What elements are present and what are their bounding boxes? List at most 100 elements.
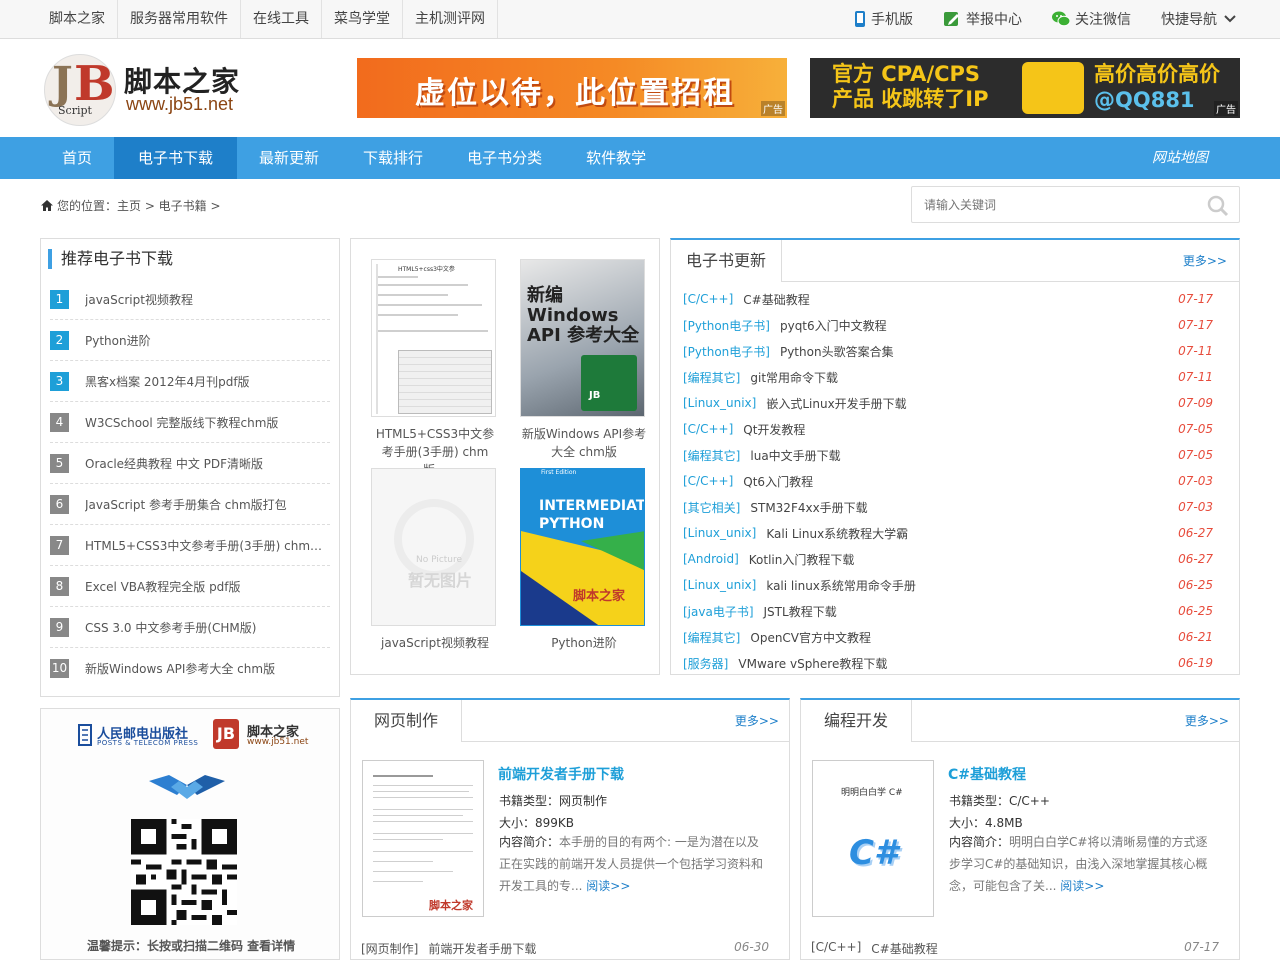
list-item[interactable]: [编程其它] lua中文手册下载 07-05 (683, 442, 1223, 468)
recommend-item-title[interactable]: Oracle经典教程 中文 PDF清晰版 (85, 455, 330, 472)
list-item[interactable]: [Linux_unix] Kali Linux系统教程大学霸 06-27 (683, 520, 1223, 546)
recommend-item-title[interactable]: HTML5+CSS3中文参考手册(3手册) chm版打包 (85, 537, 330, 554)
read-more-link[interactable]: 阅读>> (1060, 879, 1104, 893)
report-center-link[interactable]: 举报中心 (943, 9, 1022, 29)
web-design-tab[interactable]: 网页制作 (351, 700, 463, 742)
list-item[interactable]: 9 CSS 3.0 中文参考手册(CHM版) (50, 607, 330, 648)
update-title[interactable]: Kali Linux系统教程大学霸 (766, 525, 1173, 542)
update-title[interactable]: C#基础教程 (743, 291, 1173, 308)
update-title[interactable]: kali linux系统常用命令手册 (766, 577, 1173, 594)
list-item[interactable]: 10 新版Windows API参考大全 chm版 (50, 648, 330, 689)
update-category[interactable]: [C/C++] (683, 422, 733, 436)
update-category[interactable]: [编程其它] (683, 447, 740, 464)
list-item[interactable]: [Python电子书] pyqt6入门中文教程 07-17 (683, 312, 1223, 338)
more-link[interactable]: 更多>> (1183, 240, 1227, 282)
list-item[interactable]: [C/C++] Qt6入门教程 07-03 (683, 468, 1223, 494)
update-category[interactable]: [编程其它] (683, 629, 740, 646)
top-link-server-software[interactable]: 服务器常用软件 (118, 0, 241, 38)
list-item[interactable]: 1 javaScript视频教程 (50, 279, 330, 320)
nav-item-home[interactable]: 首页 (40, 137, 114, 179)
search-icon[interactable] (1207, 195, 1229, 217)
recommend-item-title[interactable]: 新版Windows API参考大全 chm版 (85, 660, 330, 677)
update-category[interactable]: [其它相关] (683, 499, 740, 516)
featured-ebook-card[interactable]: 新编 Windows API 参考大全 JB 新版Windows API参考大全… (520, 259, 648, 461)
list-item[interactable]: 3 黑客x档案 2012年4月刊pdf版 (50, 361, 330, 402)
update-category[interactable]: [编程其它] (683, 369, 740, 386)
recommend-item-title[interactable]: JavaScript 参考手册集合 chm版打包 (85, 496, 330, 513)
top-link-runoob[interactable]: 菜鸟学堂 (322, 0, 403, 38)
update-category[interactable]: [Linux_unix] (683, 396, 756, 410)
update-title[interactable]: Kotlin入门教程下载 (749, 551, 1173, 568)
updates-tab[interactable]: 电子书更新 (671, 240, 783, 282)
list-item[interactable]: [C/C++] C#基础教程 07-17 (683, 286, 1223, 312)
list-item[interactable]: [Android] Kotlin入门教程下载 06-27 (683, 546, 1223, 572)
site-logo[interactable]: J B Script 脚本之家 www.jb51.net (44, 54, 254, 126)
foot-title[interactable]: 前端开发者手册下载 (428, 940, 734, 957)
list-item[interactable]: 8 Excel VBA教程完全版 pdf版 (50, 566, 330, 607)
list-item[interactable]: [Python电子书] Python头歌答案合集 07-11 (683, 338, 1223, 364)
wechat-follow-link[interactable]: 关注微信 (1052, 9, 1131, 29)
list-item[interactable]: [网页制作] 前端开发者手册下载 06-30 (361, 940, 769, 957)
update-category[interactable]: [Linux_unix] (683, 526, 756, 540)
ad-banner-vacancy[interactable]: 虚位以待，此位置招租 广告 (357, 58, 787, 118)
update-title[interactable]: lua中文手册下载 (750, 447, 1173, 464)
list-item[interactable]: [C/C++] Qt开发教程 07-05 (683, 416, 1223, 442)
nav-item-ranking[interactable]: 下载排行 (341, 137, 445, 179)
foot-title[interactable]: C#基础教程 (871, 940, 1184, 957)
nav-item-categories[interactable]: 电子书分类 (445, 137, 564, 179)
nav-item-latest[interactable]: 最新更新 (237, 137, 341, 179)
list-item[interactable]: 6 JavaScript 参考手册集合 chm版打包 (50, 484, 330, 525)
read-more-link[interactable]: 阅读>> (586, 879, 630, 893)
ebook-caption[interactable]: 新版Windows API参考大全 chm版 (520, 425, 648, 461)
list-item[interactable]: 5 Oracle经典教程 中文 PDF清晰版 (50, 443, 330, 484)
book-title-link[interactable]: 前端开发者手册下载 (498, 764, 624, 784)
ebook-caption[interactable]: javaScript视频教程 (371, 634, 499, 652)
book-cover-image[interactable]: 明明白白学 C# C# (812, 760, 934, 917)
book-title-link[interactable]: C#基础教程 (948, 764, 1026, 784)
recommend-item-title[interactable]: javaScript视频教程 (85, 291, 330, 308)
quick-nav-dropdown[interactable]: 快捷导航 (1161, 9, 1242, 29)
recommend-item-title[interactable]: W3CSchool 完整版线下教程chm版 (85, 414, 330, 431)
list-item[interactable]: [其它相关] STM32F4xx手册下载 07-03 (683, 494, 1223, 520)
more-link[interactable]: 更多>> (1185, 700, 1229, 742)
publisher-promo[interactable]: 人民邮电出版社 POSTS & TELECOM PRESS JB 脚本之家 ww… (40, 708, 340, 960)
update-category[interactable]: [服务器] (683, 655, 728, 672)
update-category[interactable]: [Python电子书] (683, 343, 770, 360)
update-title[interactable]: 嵌入式Linux开发手册下载 (766, 395, 1173, 412)
sitemap-link[interactable]: 网站地图 (1152, 137, 1208, 179)
nav-item-software-tutorials[interactable]: 软件教学 (564, 137, 668, 179)
programming-tab[interactable]: 编程开发 (801, 700, 913, 742)
update-category[interactable]: [C/C++] (683, 292, 733, 306)
featured-ebook-card[interactable]: First Edition INTERMEDIATE PYTHON 脚本之家 P… (520, 468, 648, 652)
update-title[interactable]: Python头歌答案合集 (780, 343, 1173, 360)
book-cover-image[interactable]: 脚本之家 (362, 760, 484, 917)
update-title[interactable]: Qt开发教程 (743, 421, 1173, 438)
update-title[interactable]: pyqt6入门中文教程 (780, 317, 1173, 334)
ebook-cover-image[interactable]: 新编 Windows API 参考大全 JB (520, 259, 645, 417)
recommend-item-title[interactable]: Python进阶 (85, 332, 330, 349)
list-item[interactable]: 7 HTML5+CSS3中文参考手册(3手册) chm版打包 (50, 525, 330, 566)
ebook-cover-image[interactable]: HTML5+css3中文参 (371, 259, 496, 417)
list-item[interactable]: [Linux_unix] kali linux系统常用命令手册 06-25 (683, 572, 1223, 598)
ebook-caption[interactable]: Python进阶 (520, 634, 648, 652)
top-link-host-review[interactable]: 主机测评网 (403, 0, 498, 38)
list-item[interactable]: 2 Python进阶 (50, 320, 330, 361)
update-category[interactable]: [Linux_unix] (683, 578, 756, 592)
recommend-item-title[interactable]: CSS 3.0 中文参考手册(CHM版) (85, 619, 330, 636)
list-item[interactable]: [编程其它] OpenCV官方中文教程 06-21 (683, 624, 1223, 650)
more-link[interactable]: 更多>> (735, 700, 779, 742)
list-item[interactable]: [C/C++] C#基础教程 07-17 (811, 940, 1219, 957)
breadcrumb-text[interactable]: 您的位置：主页 > 电子书籍 > (57, 197, 221, 214)
top-link-online-tools[interactable]: 在线工具 (241, 0, 322, 38)
list-item[interactable]: [编程其它] git常用命令下载 07-11 (683, 364, 1223, 390)
foot-category[interactable]: [C/C++] (811, 940, 861, 957)
recommend-item-title[interactable]: 黑客x档案 2012年4月刊pdf版 (85, 373, 330, 390)
update-title[interactable]: git常用命令下载 (750, 369, 1173, 386)
update-title[interactable]: OpenCV官方中文教程 (750, 629, 1173, 646)
update-title[interactable]: STM32F4xx手册下载 (750, 499, 1173, 516)
recommend-item-title[interactable]: Excel VBA教程完全版 pdf版 (85, 578, 330, 595)
list-item[interactable]: 4 W3CSchool 完整版线下教程chm版 (50, 402, 330, 443)
update-title[interactable]: JSTL教程下载 (764, 603, 1173, 620)
list-item[interactable]: [Linux_unix] 嵌入式Linux开发手册下载 07-09 (683, 390, 1223, 416)
update-category[interactable]: [C/C++] (683, 474, 733, 488)
